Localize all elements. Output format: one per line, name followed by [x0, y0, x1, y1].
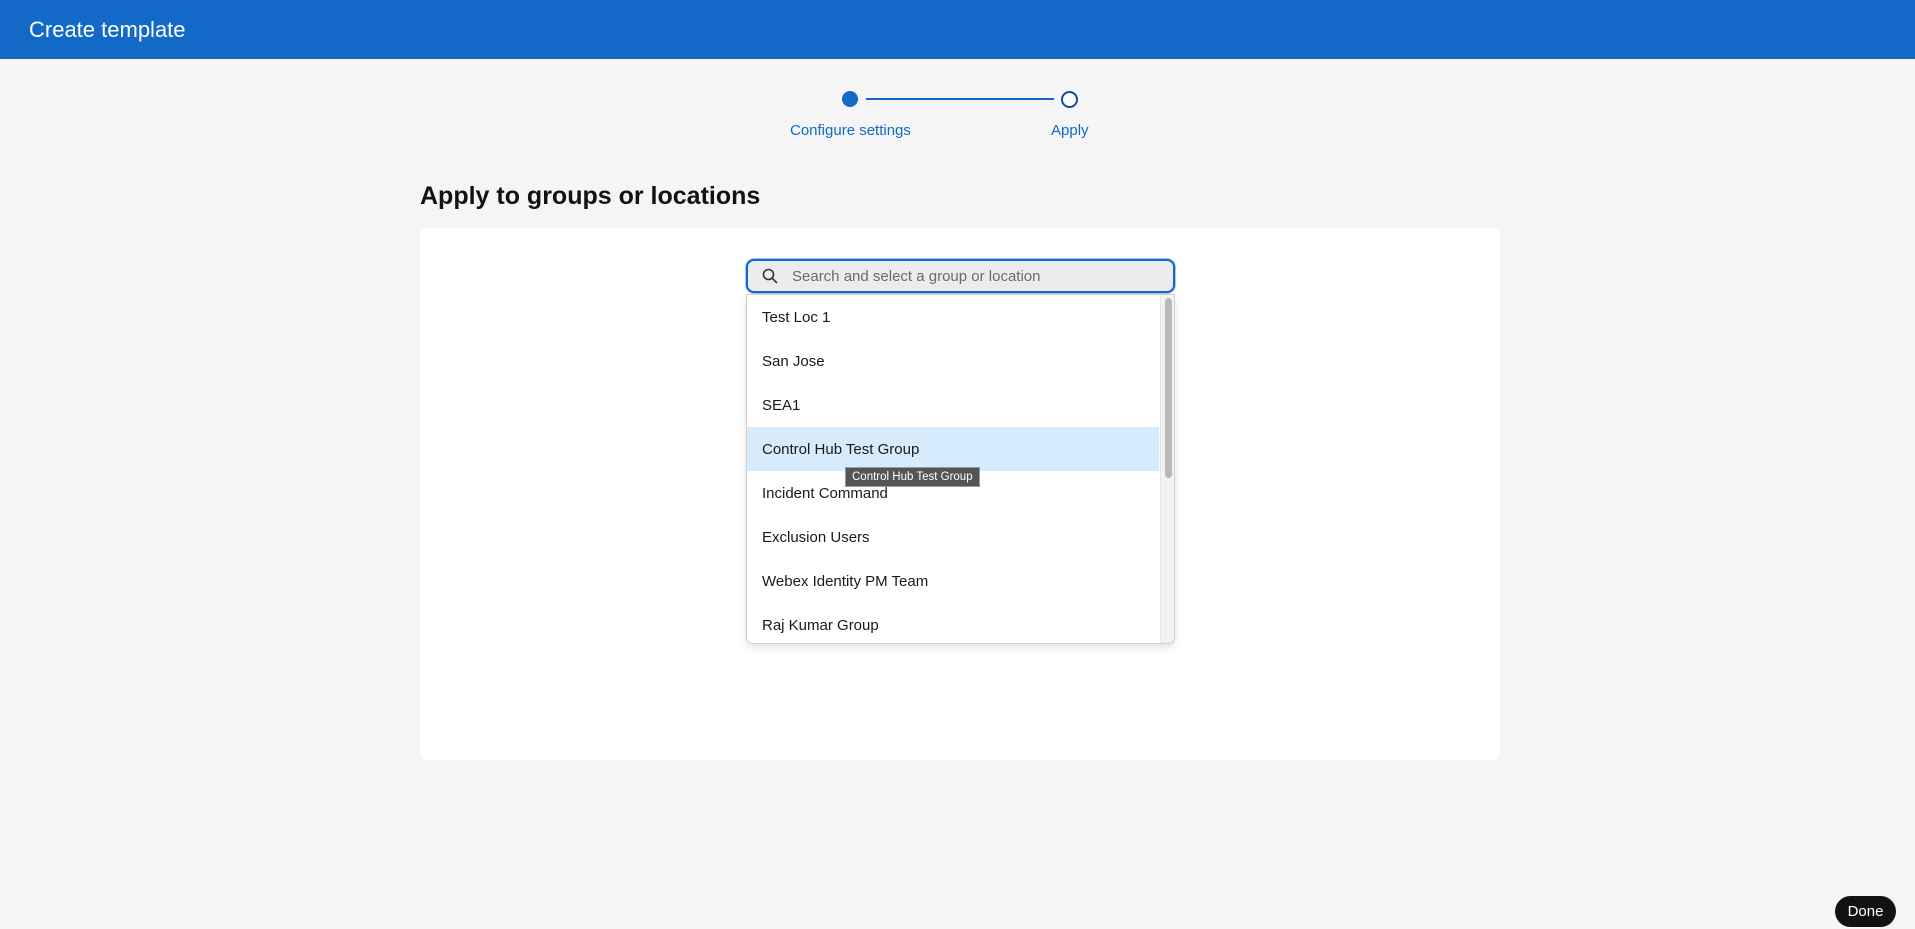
section-title: Apply to groups or locations: [420, 182, 761, 210]
app-header: Create template: [0, 0, 1915, 59]
search-field[interactable]: [746, 259, 1175, 293]
list-item[interactable]: SEA1: [747, 383, 1159, 427]
search-icon: [762, 268, 778, 284]
page-title: Create template: [29, 16, 186, 42]
step-indicator-apply[interactable]: [1061, 91, 1078, 108]
tooltip: Control Hub Test Group: [845, 467, 980, 487]
done-button[interactable]: Done: [1835, 896, 1896, 927]
step-connector-line: [866, 98, 1054, 100]
search-input[interactable]: [792, 265, 1162, 287]
list-item[interactable]: Webex Identity PM Team: [747, 559, 1159, 603]
progress-stepper: Configure settings Apply: [0, 88, 1915, 148]
list-item[interactable]: San Jose: [747, 339, 1159, 383]
step-indicator-configure-settings[interactable]: [842, 91, 858, 107]
step-label-apply[interactable]: Apply: [1051, 122, 1089, 139]
list-item[interactable]: Exclusion Users: [747, 515, 1159, 559]
scrollbar-thumb[interactable]: [1165, 298, 1172, 478]
list-item[interactable]: Raj Kumar Group: [747, 603, 1159, 643]
step-label-configure-settings[interactable]: Configure settings: [790, 122, 911, 139]
list-item[interactable]: Test Loc 1: [747, 295, 1159, 339]
list-item-highlighted[interactable]: Control Hub Test Group: [747, 427, 1159, 471]
